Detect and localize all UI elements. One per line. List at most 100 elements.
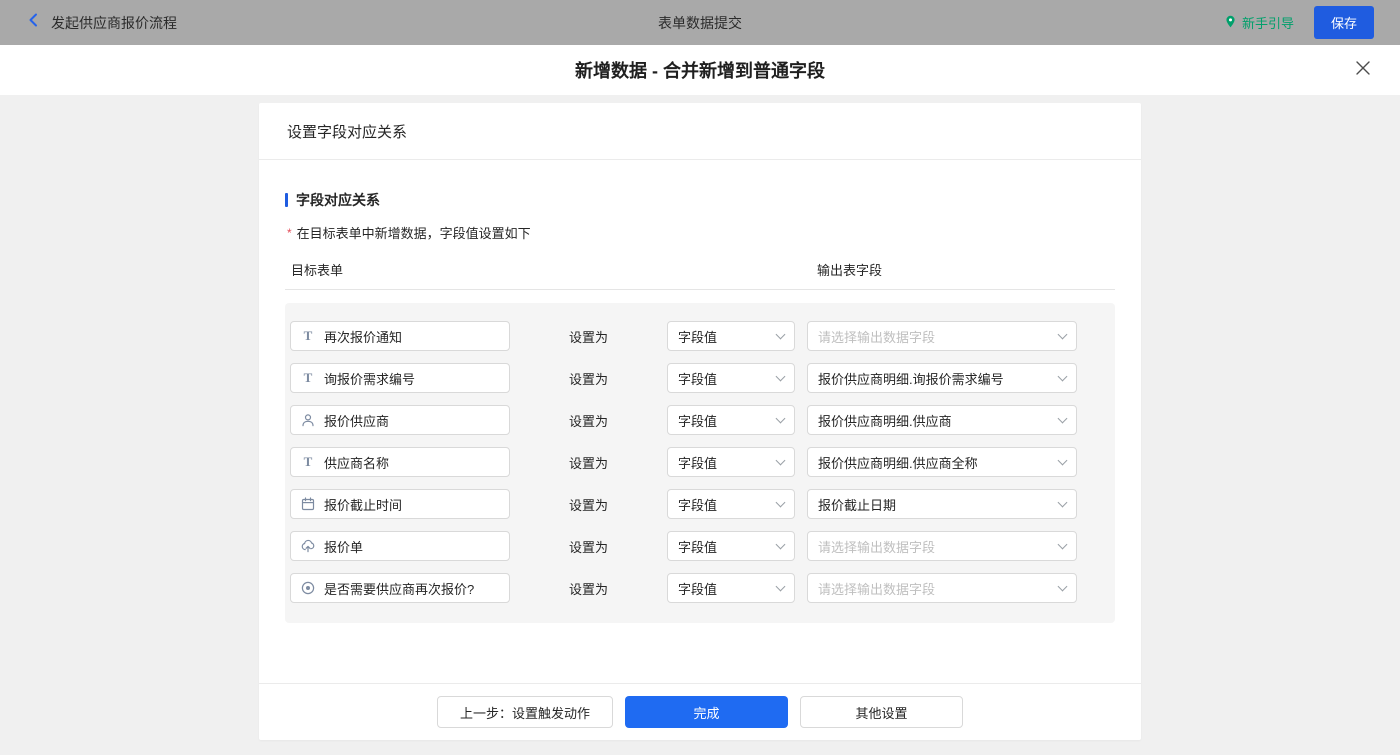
target-field-label: 报价截止时间 <box>324 497 403 513</box>
prev-step-button[interactable]: 上一步：设置触发动作 <box>436 696 613 728</box>
value-mode-label: 字段值 <box>678 413 718 429</box>
target-field-label: 报价供应商 <box>324 413 390 429</box>
value-mode-select[interactable]: 字段值 <box>667 531 795 561</box>
required-asterisk: * <box>287 226 292 240</box>
column-headers: 目标表单 输出表字段 <box>285 260 1115 290</box>
value-mode-label: 字段值 <box>678 497 718 513</box>
mapping-row: 是否需要供应商再次报价? 设置为 字段值 请选择输出数据字段 <box>285 567 1115 609</box>
instruction-text: 在目标表单中新增数据，字段值设置如下 <box>296 226 531 241</box>
mapping-rows: T 再次报价通知 设置为 字段值 请选择输出数据字段 T 询报价需求编号 设置为 字段值 报价供应… <box>285 303 1115 623</box>
output-field-select[interactable]: 报价供应商明细.供应商 <box>807 405 1077 435</box>
card-footer: 上一步：设置触发动作 完成 其他设置 <box>259 683 1141 740</box>
value-mode-label: 字段值 <box>678 581 718 597</box>
flow-name: 发起供应商报价流程 <box>51 14 177 31</box>
beginner-guide-link[interactable]: 新手引导 <box>1224 13 1294 32</box>
target-field-box[interactable]: 是否需要供应商再次报价? <box>290 573 510 603</box>
card-header-title: 设置字段对应关系 <box>259 103 1141 160</box>
calendar-field-icon <box>301 497 315 511</box>
chevron-down-icon <box>775 539 786 550</box>
section-title: 字段对应关系 <box>285 190 1115 210</box>
value-mode-select[interactable]: 字段值 <box>667 489 795 519</box>
chevron-down-icon <box>775 413 786 424</box>
mapping-row: 报价供应商 设置为 字段值 报价供应商明细.供应商 <box>285 399 1115 441</box>
close-button[interactable] <box>1352 59 1374 81</box>
target-field-box[interactable]: 报价单 <box>290 531 510 561</box>
value-mode-select[interactable]: 字段值 <box>667 321 795 351</box>
value-mode-select[interactable]: 字段值 <box>667 573 795 603</box>
output-field-label: 报价供应商明细.供应商全称 <box>818 455 978 471</box>
mapping-row: 报价截止时间 设置为 字段值 报价截止日期 <box>285 483 1115 525</box>
output-field-label: 请选择输出数据字段 <box>818 329 936 345</box>
upload-field-icon <box>301 539 315 553</box>
chevron-left-icon <box>26 12 42 33</box>
dialog-header: 新增数据 - 合并新增到普通字段 <box>0 45 1400 95</box>
output-field-label: 报价供应商明细.供应商 <box>818 413 952 429</box>
chevron-down-icon <box>1057 413 1068 424</box>
card-body: 字段对应关系 * 在目标表单中新增数据，字段值设置如下 目标表单 输出表字段 T再… <box>259 160 1141 683</box>
text-field-icon: T <box>303 328 313 343</box>
chevron-down-icon <box>775 581 786 592</box>
set-as-label: 设置为 <box>569 539 609 555</box>
column-header-target-form: 目标表单 <box>291 263 344 278</box>
done-button[interactable]: 完成 <box>625 696 788 728</box>
back-button[interactable] <box>26 12 42 33</box>
output-field-select[interactable]: 请选择输出数据字段 <box>807 573 1077 603</box>
output-field-select[interactable]: 报价供应商明细.供应商全称 <box>807 447 1077 477</box>
dialog-body: 设置字段对应关系 字段对应关系 * 在目标表单中新增数据，字段值设置如下 目标表单… <box>0 95 1400 755</box>
target-field-label: 再次报价通知 <box>324 329 403 345</box>
target-field-label: 是否需要供应商再次报价? <box>324 581 475 597</box>
value-mode-label: 字段值 <box>678 455 718 471</box>
value-mode-select[interactable]: 字段值 <box>667 447 795 477</box>
chevron-down-icon <box>1057 539 1068 550</box>
mapping-row: T 询报价需求编号 设置为 字段值 报价供应商明细.询报价需求编号 <box>285 357 1115 399</box>
output-field-label: 报价供应商明细.询报价需求编号 <box>818 371 1004 387</box>
radio-field-icon <box>301 581 315 595</box>
instruction-note: * 在目标表单中新增数据，字段值设置如下 <box>287 223 1115 242</box>
target-field-box[interactable]: T 供应商名称 <box>290 447 510 477</box>
output-field-select[interactable]: 报价供应商明细.询报价需求编号 <box>807 363 1077 393</box>
settings-card: 设置字段对应关系 字段对应关系 * 在目标表单中新增数据，字段值设置如下 目标表单… <box>259 103 1141 740</box>
mapping-row: 报价单 设置为 字段值 请选择输出数据字段 <box>285 525 1115 567</box>
save-button[interactable]: 保存 <box>1313 6 1374 39</box>
chevron-down-icon <box>1057 581 1068 592</box>
target-field-box[interactable]: T 再次报价通知 <box>290 321 510 351</box>
column-header-output-field: 输出表字段 <box>817 263 883 278</box>
text-field-icon: T <box>303 370 313 385</box>
output-field-label: 报价截止日期 <box>818 497 897 513</box>
target-field-box[interactable]: T 询报价需求编号 <box>290 363 510 393</box>
value-mode-select[interactable]: 字段值 <box>667 405 795 435</box>
chevron-down-icon <box>775 455 786 466</box>
chevron-down-icon <box>775 371 786 382</box>
set-as-label: 设置为 <box>569 581 609 597</box>
target-field-label: 询报价需求编号 <box>324 371 416 387</box>
target-field-box[interactable]: 报价截止时间 <box>290 489 510 519</box>
text-field-icon: T <box>303 454 313 469</box>
chevron-down-icon <box>775 329 786 340</box>
person-field-icon <box>301 413 315 427</box>
chevron-down-icon <box>1057 455 1068 466</box>
set-as-label: 设置为 <box>569 371 609 387</box>
location-pin-icon <box>1224 15 1237 31</box>
output-field-select[interactable]: 报价截止日期 <box>807 489 1077 519</box>
target-field-label: 供应商名称 <box>324 455 390 471</box>
mapping-row: T 供应商名称 设置为 字段值 报价供应商明细.供应商全称 <box>285 441 1115 483</box>
chevron-down-icon <box>1057 497 1068 508</box>
target-field-label: 报价单 <box>324 539 364 555</box>
value-mode-label: 字段值 <box>678 329 718 345</box>
set-as-label: 设置为 <box>569 329 609 345</box>
output-field-select[interactable]: 请选择输出数据字段 <box>807 531 1077 561</box>
other-settings-button[interactable]: 其他设置 <box>800 696 963 728</box>
chevron-down-icon <box>1057 371 1068 382</box>
top-bar: 发起供应商报价流程 表单数据提交 新手引导 保存 <box>0 0 1400 45</box>
chevron-down-icon <box>775 497 786 508</box>
value-mode-select[interactable]: 字段值 <box>667 363 795 393</box>
value-mode-label: 字段值 <box>678 371 718 387</box>
chevron-down-icon <box>1057 329 1068 340</box>
beginner-guide-label: 新手引导 <box>1241 16 1294 31</box>
output-field-select[interactable]: 请选择输出数据字段 <box>807 321 1077 351</box>
output-field-label: 请选择输出数据字段 <box>818 581 936 597</box>
set-as-label: 设置为 <box>569 413 609 429</box>
close-icon <box>1355 60 1371 81</box>
dialog-title: 新增数据 - 合并新增到普通字段 <box>575 61 825 81</box>
target-field-box[interactable]: 报价供应商 <box>290 405 510 435</box>
